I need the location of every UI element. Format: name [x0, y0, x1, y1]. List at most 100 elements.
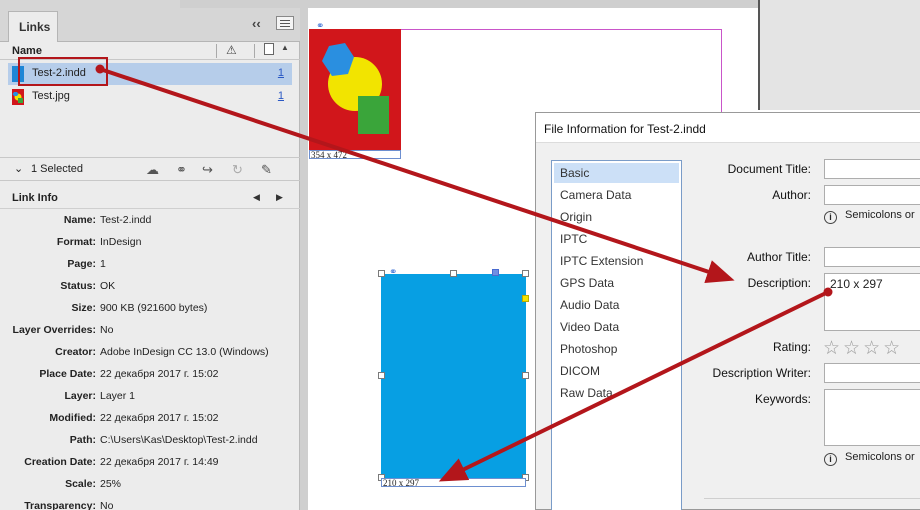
info-value[interactable]: C:\Users\Kas\Desktop\Test-2.indd — [100, 434, 258, 446]
placed-frame-test-2[interactable] — [381, 274, 526, 478]
info-label: Creation Date: — [24, 456, 96, 468]
info-value: Adobe InDesign CC 13.0 (Windows) — [100, 346, 269, 358]
edit-original-icon[interactable]: ✎ — [261, 162, 272, 178]
content-grabber-handle[interactable] — [492, 269, 499, 276]
next-arrow-icon[interactable]: ▶ — [276, 192, 283, 203]
category-audio-data[interactable]: Audio Data — [554, 295, 679, 315]
info-value: 25% — [100, 478, 122, 490]
info-label: Path: — [69, 434, 96, 446]
link-name: Test.jpg — [32, 90, 70, 102]
info-row-place-date: Place Date: 22 декабря 2017 г. 15:02 — [0, 364, 300, 386]
info-label: Modified: — [49, 412, 96, 424]
link-info-title: Link Info — [12, 192, 58, 204]
info-label: Status: — [60, 280, 96, 292]
info-icon: i — [824, 453, 837, 466]
category-dicom[interactable]: DICOM — [554, 361, 679, 381]
keywords-label: Keywords: — [754, 392, 811, 406]
resize-handle[interactable] — [450, 270, 457, 277]
collapse-panel-icon[interactable]: ‹‹ — [252, 16, 261, 31]
rating-stars[interactable]: ☆☆☆☆ — [823, 337, 903, 360]
document-title-label: Document Title: — [727, 162, 811, 176]
info-label: Page: — [67, 258, 96, 270]
info-label: Layer: — [64, 390, 96, 402]
info-label: Transparency: — [24, 500, 96, 510]
column-name-header[interactable]: Name — [12, 45, 42, 57]
info-value: Test-2.indd — [100, 214, 152, 226]
keywords-hint: i Semicolons or — [824, 451, 915, 466]
info-label: Format: — [56, 236, 96, 248]
resize-handle[interactable] — [522, 270, 529, 277]
column-divider — [254, 44, 255, 58]
category-gps-data[interactable]: GPS Data — [554, 273, 679, 293]
link-page-number[interactable]: 1 — [278, 67, 284, 79]
update-link-icon[interactable]: ↻ — [232, 162, 243, 178]
pasteboard-edge — [180, 0, 760, 8]
description-label: Description: — [747, 276, 811, 290]
panel-menu-icon[interactable] — [276, 16, 294, 30]
corner-options-handle[interactable] — [522, 295, 529, 302]
selection-toolbar: ⌄ 1 Selected ☁ ⚭ ↪ ↻ ✎ — [0, 157, 300, 181]
description-writer-label: Description Writer: — [712, 366, 811, 380]
sort-arrow-icon[interactable]: ▲ — [281, 43, 289, 52]
info-row-scale: Scale: 25% — [0, 474, 300, 496]
rating-label: Rating: — [772, 340, 811, 354]
info-row-size: Size: 900 KB (921600 bytes) — [0, 298, 300, 320]
info-row-transparency: Transparency: No — [0, 496, 300, 510]
previous-arrow-icon[interactable]: ◀ — [253, 192, 260, 203]
author-title-field[interactable] — [824, 247, 920, 267]
relink-icon[interactable]: ⚭ — [176, 162, 187, 178]
description-writer-field[interactable] — [824, 363, 920, 383]
pasteboard-area — [758, 0, 920, 110]
resize-handle[interactable] — [378, 270, 385, 277]
chevron-down-icon[interactable]: ⌄ — [14, 162, 23, 175]
category-raw-data[interactable]: Raw Data — [554, 383, 679, 403]
go-to-link-icon[interactable]: ↪ — [202, 162, 213, 178]
info-label: Layer Overrides: — [12, 324, 96, 336]
annotation-highlight-box — [18, 57, 108, 86]
category-video-data[interactable]: Video Data — [554, 317, 679, 337]
info-icon: i — [824, 211, 837, 224]
author-hint: i Semicolons or — [824, 209, 915, 224]
category-iptc-extension[interactable]: IPTC Extension — [554, 251, 679, 271]
link-page-number[interactable]: 1 — [278, 90, 284, 102]
link-info-header: Link Info ◀ ▶ — [0, 187, 300, 209]
category-camera-data[interactable]: Camera Data — [554, 185, 679, 205]
info-row-status: Status: OK — [0, 276, 300, 298]
info-label: Creator: — [55, 346, 96, 358]
page-icon[interactable] — [264, 43, 274, 55]
info-row-creator: Creator: Adobe InDesign CC 13.0 (Windows) — [0, 342, 300, 364]
resize-handle[interactable] — [378, 372, 385, 379]
image-shapes — [322, 43, 389, 134]
resize-handle[interactable] — [522, 372, 529, 379]
info-row-name: Name: Test-2.indd — [0, 210, 300, 232]
document-title-field[interactable] — [824, 159, 920, 179]
author-hint-text: Semicolons or — [845, 209, 915, 221]
file-info-dialog: File Information for Test-2.indd Basic C… — [535, 112, 920, 510]
author-field[interactable] — [824, 185, 920, 205]
warning-icon[interactable]: ⚠ — [226, 43, 237, 57]
cloud-icon[interactable]: ☁ — [146, 162, 159, 178]
info-label: Size: — [71, 302, 96, 314]
keywords-hint-text: Semicolons or — [845, 451, 915, 463]
description-field[interactable]: 210 x 297 — [824, 273, 920, 331]
category-iptc[interactable]: IPTC — [554, 229, 679, 249]
link-chain-icon[interactable]: ⚭ — [316, 21, 324, 32]
selection-count: 1 Selected — [31, 163, 83, 175]
link-row-test-jpg[interactable]: Test.jpg 1 — [8, 86, 292, 108]
info-value: 22 декабря 2017 г. 14:49 — [100, 456, 219, 468]
category-basic[interactable]: Basic — [554, 163, 679, 183]
category-origin[interactable]: Origin — [554, 207, 679, 227]
keywords-field[interactable] — [824, 389, 920, 446]
info-label: Place Date: — [39, 368, 96, 380]
dialog-title: File Information for Test-2.indd — [536, 113, 920, 143]
jpg-thumbnail-icon — [12, 89, 24, 105]
info-value: Layer 1 — [100, 390, 136, 402]
tab-links[interactable]: Links — [8, 11, 58, 42]
info-row-modified: Modified: 22 декабря 2017 г. 15:02 — [0, 408, 300, 430]
info-value: No — [100, 500, 114, 510]
column-divider — [216, 44, 217, 58]
category-photoshop[interactable]: Photoshop — [554, 339, 679, 359]
category-list: Basic Camera Data Origin IPTC IPTC Exten… — [551, 160, 682, 510]
placed-image-test-jpg[interactable] — [309, 29, 401, 150]
link-chain-icon[interactable]: ⚭ — [389, 267, 397, 278]
